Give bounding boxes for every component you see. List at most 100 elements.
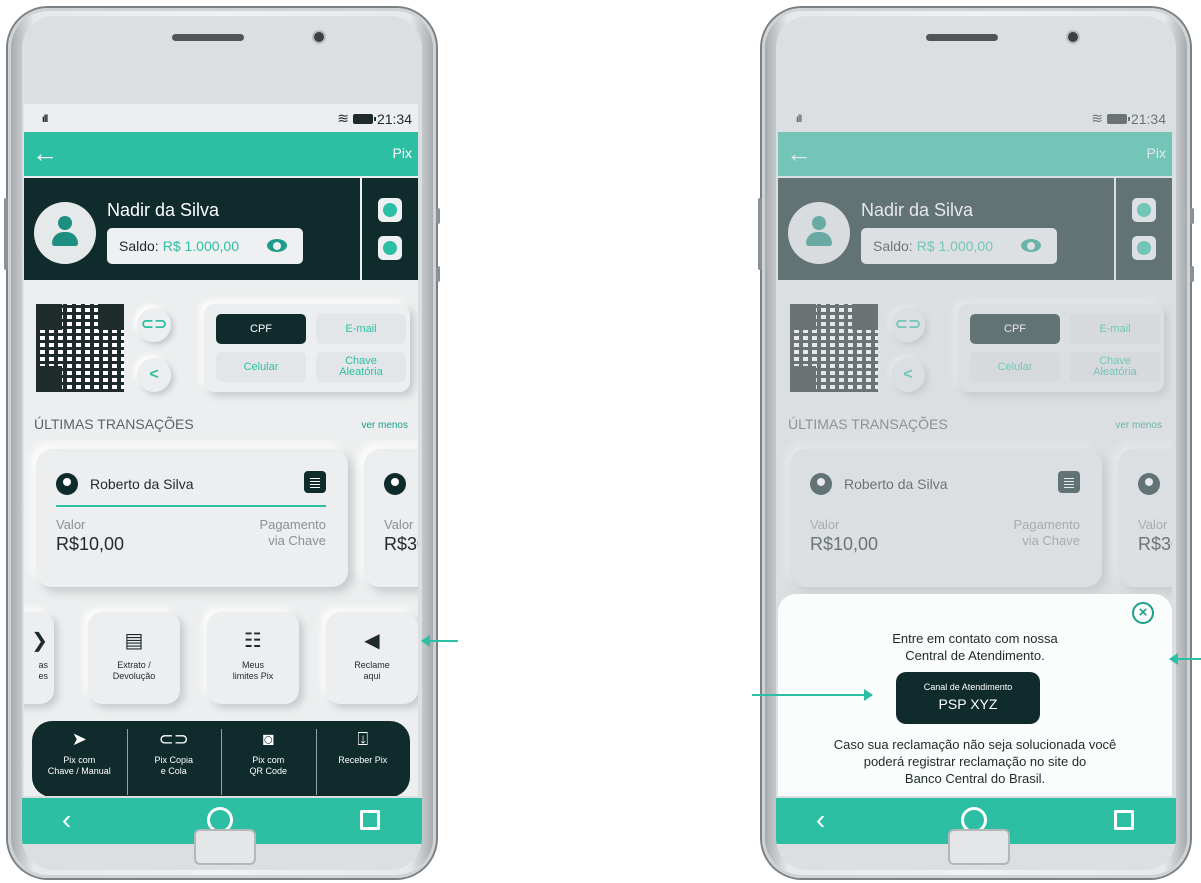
shortcut-partial[interactable]: ❯ as es — [24, 612, 54, 704]
status-bar: ıll ≋ 21:34 — [24, 104, 418, 132]
receipt-icon: ▤ — [124, 630, 144, 652]
modal-text-4: poderá registrar reclamação no site do — [863, 754, 1087, 769]
balance-box: Saldo: R$ 1.000,00 — [107, 228, 303, 264]
download-icon: ⍗ — [357, 729, 369, 749]
transaction-card[interactable]: J Valor R$30 — [364, 449, 418, 587]
battery-icon — [352, 113, 376, 124]
modal-text-3: Caso sua reclamação não seja solucionada… — [833, 737, 1117, 752]
divider — [56, 505, 326, 507]
shortcut-reclame[interactable]: ◀ Reclame aqui — [326, 612, 418, 704]
pix-actions-bar: ➤ Pix com Chave / Manual ⊂⊃ Pix Copia e … — [32, 721, 410, 796]
shortcut-label-1: Meus — [241, 660, 264, 670]
callout-arrow — [421, 635, 458, 647]
pix-label-1: Pix com — [63, 755, 96, 765]
value-label: Valor — [56, 517, 86, 532]
phone-frame-right: ıll ≋ 21:34 ← Pix Nadir da Silva Saldo: R… — [758, 8, 1194, 878]
volume-button — [758, 198, 762, 270]
receipt-icon[interactable] — [304, 471, 326, 493]
hardware-home-button[interactable] — [948, 829, 1010, 865]
transaction-card[interactable]: Roberto da Silva Valor R$10,00 Pagamento… — [36, 449, 348, 587]
transactions-title: ÚLTIMAS TRANSAÇÕES — [34, 416, 194, 432]
settings-button[interactable] — [378, 198, 402, 222]
side-button — [1190, 266, 1194, 282]
pix-key-manual-button[interactable]: ➤ Pix com Chave / Manual — [32, 721, 127, 796]
value-label: Valor — [384, 517, 414, 532]
key-random-button[interactable]: Chave Aleatória — [316, 352, 406, 382]
pix-qr-code-button[interactable]: ◙ Pix com QR Code — [221, 721, 316, 796]
modal-text-1: Entre em contato com nossa — [892, 631, 1058, 646]
modal-text-5: Banco Central do Brasil. — [904, 771, 1046, 786]
phone-body: ıll ≋ 21:34 ← Pix Nadir da Silva Saldo: R… — [22, 16, 422, 870]
callout-arrow — [752, 689, 873, 701]
wifi-icon: ≋ — [337, 110, 349, 126]
key-type-selector: CPF E-mail Celular Chave Aleatória — [204, 304, 410, 392]
phone-body: ıll ≋ 21:34 ← Pix Nadir da Silva Saldo: R… — [776, 16, 1176, 870]
front-camera — [314, 32, 324, 42]
key-random-label-2: Aleatória — [339, 366, 383, 378]
nav-back-icon[interactable]: ‹ — [62, 804, 71, 836]
nav-recents-icon[interactable] — [1114, 810, 1134, 830]
back-arrow-icon[interactable]: ← — [32, 138, 58, 169]
key-celular-button[interactable]: Celular — [216, 352, 306, 382]
close-icon[interactable]: × — [1132, 602, 1154, 624]
screen-main: ıll ≋ 21:34 ← Pix Nadir da Silva Saldo: R… — [24, 104, 418, 796]
transaction-value: R$30 — [384, 534, 418, 554]
hardware-home-button[interactable] — [194, 829, 256, 865]
transaction-type: Pagamento via Chave — [260, 517, 327, 549]
shortcut-label-2: aqui — [363, 671, 381, 681]
shortcut-limites[interactable]: ☷ Meus limites Pix — [207, 612, 299, 704]
profile-name: Nadir da Silva — [107, 200, 220, 220]
megaphone-icon: ◀ — [364, 630, 380, 652]
screen-modal: ıll ≋ 21:34 ← Pix Nadir da Silva Saldo: R… — [778, 104, 1172, 796]
support-channel-label: Canal de Atendimento — [923, 682, 1013, 692]
power-button — [436, 208, 440, 224]
transaction-value: R$10,00 — [56, 534, 125, 554]
accessibility-button[interactable] — [378, 236, 402, 260]
eye-icon[interactable] — [267, 239, 287, 252]
user-icon — [384, 473, 406, 495]
nav-recents-icon[interactable] — [360, 810, 380, 830]
key-email-button[interactable]: E-mail — [316, 314, 406, 344]
signal-icon: ıll — [42, 114, 48, 125]
profile-tools — [362, 178, 418, 280]
send-icon: ➤ — [71, 729, 87, 749]
show-less-link[interactable]: ver menos — [361, 420, 408, 431]
copy-link-button[interactable]: ⊂⊃ — [137, 308, 171, 342]
power-button — [1190, 208, 1194, 224]
pix-label-2: QR Code — [249, 766, 288, 776]
balance-label: Saldo: — [119, 238, 159, 254]
pix-copy-paste-button[interactable]: ⊂⊃ Pix Copia e Cola — [126, 721, 222, 796]
status-time: 21:34 — [376, 110, 412, 127]
modal-text-2: Central de Atendimento. — [905, 648, 1045, 663]
shortcut-label-2: Devolução — [112, 671, 156, 681]
support-channel-value: PSP XYZ — [938, 696, 998, 712]
pix-label-2: e Cola — [160, 766, 187, 776]
share-button[interactable]: < — [137, 358, 171, 392]
gear-icon — [383, 203, 397, 217]
nav-back-icon[interactable]: ‹ — [816, 804, 825, 836]
shortcut-label-1: as — [38, 660, 48, 670]
transaction-name: Roberto da Silva — [90, 476, 194, 492]
avatar — [34, 202, 96, 264]
transaction-type-2: via Chave — [268, 533, 326, 548]
transaction-type-1: Pagamento — [259, 517, 327, 532]
link-icon: ⊂⊃ — [140, 316, 168, 333]
speaker — [172, 34, 244, 41]
qr-code[interactable] — [36, 304, 124, 392]
receive-pix-button[interactable]: ⍗ Receber Pix — [315, 721, 411, 796]
pix-label-1: Receber Pix — [338, 755, 388, 765]
side-button — [436, 266, 440, 282]
balance-value: R$ 1.000,00 — [162, 238, 239, 254]
pix-label-2: Chave / Manual — [47, 766, 111, 776]
key-cpf-button[interactable]: CPF — [216, 314, 306, 344]
link-icon: ⊂⊃ — [158, 729, 189, 749]
callout-arrow — [1169, 653, 1201, 665]
support-channel-button[interactable]: Canal de Atendimento PSP XYZ — [896, 672, 1040, 724]
speaker — [926, 34, 998, 41]
shortcut-extrato[interactable]: ▤ Extrato / Devolução — [88, 612, 180, 704]
accessibility-icon — [383, 241, 397, 255]
camera-icon: ◙ — [262, 729, 274, 749]
shortcut-label-2: es — [38, 671, 48, 681]
volume-button — [4, 198, 8, 270]
shortcut-icon: ❯ — [31, 630, 48, 652]
